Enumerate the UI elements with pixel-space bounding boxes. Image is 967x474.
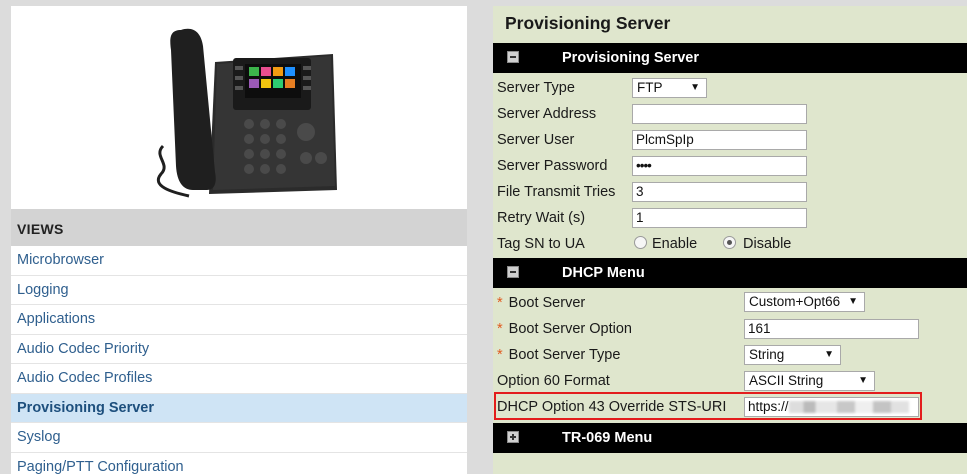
selected-value: String: [749, 347, 785, 362]
dropdown-arrow-icon: ▼: [858, 375, 868, 386]
server-user-input[interactable]: PlcmSpIp: [632, 130, 807, 150]
row-server-user: Server User PlcmSpIp: [493, 127, 967, 153]
collapse-icon[interactable]: [507, 266, 519, 278]
config-panel: Provisioning Server Provisioning Server …: [493, 6, 967, 474]
required-marker: *: [497, 295, 503, 311]
field-label: Server Type: [497, 80, 575, 96]
row-boot-server: * Boot Server Custom+Opt66 ▼: [493, 290, 967, 316]
left-panel: VIEWS Microbrowser Logging Applications Aud…: [11, 6, 467, 474]
row-file-transmit-tries: File Transmit Tries 3: [493, 179, 967, 205]
collapse-icon[interactable]: [507, 51, 519, 63]
radio-enable-label: Enable: [652, 236, 698, 252]
field-label: * Boot Server Option: [497, 321, 632, 337]
field-label: Server Password: [497, 158, 608, 174]
section-dhcp-menu: DHCP Menu: [493, 258, 967, 288]
file-transmit-tries-input[interactable]: 3: [632, 182, 807, 202]
field-label: Server Address: [497, 106, 597, 122]
nav-item-audio-codec-profiles[interactable]: Audio Codec Profiles: [11, 364, 467, 394]
row-server-password: Server Password ••••: [493, 153, 967, 179]
selected-value: Custom+Opt66: [749, 294, 841, 309]
section-tr069-menu: TR-069 Menu: [493, 423, 967, 453]
field-label: Server User: [497, 132, 575, 148]
desk-phone-illustration: [157, 28, 337, 198]
radio-disable[interactable]: [723, 236, 736, 249]
nav-item-audio-codec-priority[interactable]: Audio Codec Priority: [11, 335, 467, 364]
retry-wait-input[interactable]: 1: [632, 208, 807, 228]
nav-item-applications[interactable]: Applications: [11, 305, 467, 335]
dropdown-arrow-icon: ▼: [848, 296, 858, 307]
nav-item-logging[interactable]: Logging: [11, 276, 467, 305]
row-tag-sn: Tag SN to UA Enable Disable: [493, 231, 967, 257]
views-header: VIEWS: [11, 209, 467, 246]
option60-format-select[interactable]: ASCII String ▼: [744, 371, 875, 391]
row-server-address: Server Address: [493, 101, 967, 127]
field-label: Option 60 Format: [497, 373, 610, 389]
nav-item-provisioning-server[interactable]: Provisioning Server: [11, 393, 467, 423]
field-label: Retry Wait (s): [497, 210, 586, 226]
section-title: Provisioning Server: [562, 50, 699, 66]
views-nav: Microbrowser Logging Applications Audio Cod…: [11, 246, 467, 474]
expand-icon[interactable]: [507, 431, 519, 443]
row-server-type: Server Type FTP ▼: [493, 75, 967, 101]
nav-item-microbrowser[interactable]: Microbrowser: [11, 246, 467, 276]
server-address-input[interactable]: [632, 104, 807, 124]
field-label: File Transmit Tries: [497, 184, 616, 200]
row-boot-server-type: * Boot Server Type String ▼: [493, 342, 967, 368]
section-title: TR-069 Menu: [562, 430, 653, 446]
boot-server-option-input[interactable]: 161: [744, 319, 919, 339]
nav-item-paging-ptt-configuration[interactable]: Paging/PTT Configuration: [11, 453, 467, 474]
radio-enable[interactable]: [634, 236, 647, 249]
field-label: * Boot Server Type: [497, 347, 621, 363]
dropdown-arrow-icon: ▼: [690, 82, 700, 93]
required-marker: *: [497, 347, 503, 363]
required-marker: *: [497, 321, 503, 337]
dropdown-arrow-icon: ▼: [824, 349, 834, 360]
field-label: * Boot Server: [497, 295, 586, 311]
section-title: DHCP Menu: [562, 265, 645, 281]
server-password-input[interactable]: ••••: [632, 156, 807, 176]
nav-item-syslog[interactable]: Syslog: [11, 423, 467, 453]
section-provisioning-server: Provisioning Server: [493, 43, 967, 73]
page-title: Provisioning Server: [505, 13, 671, 33]
server-type-select[interactable]: FTP ▼: [632, 78, 707, 98]
highlight-box: [494, 392, 922, 420]
row-boot-server-option: * Boot Server Option 161: [493, 316, 967, 342]
boot-server-select[interactable]: Custom+Opt66 ▼: [744, 292, 865, 312]
selected-value: ASCII String: [749, 373, 824, 388]
phone-image: [11, 6, 467, 209]
row-option60-format: Option 60 Format ASCII String ▼: [493, 368, 967, 394]
radio-disable-label: Disable: [743, 236, 792, 252]
field-label: Tag SN to UA: [497, 236, 585, 252]
row-retry-wait: Retry Wait (s) 1: [493, 205, 967, 231]
boot-server-type-select[interactable]: String ▼: [744, 345, 841, 365]
selected-value: FTP: [637, 80, 663, 95]
